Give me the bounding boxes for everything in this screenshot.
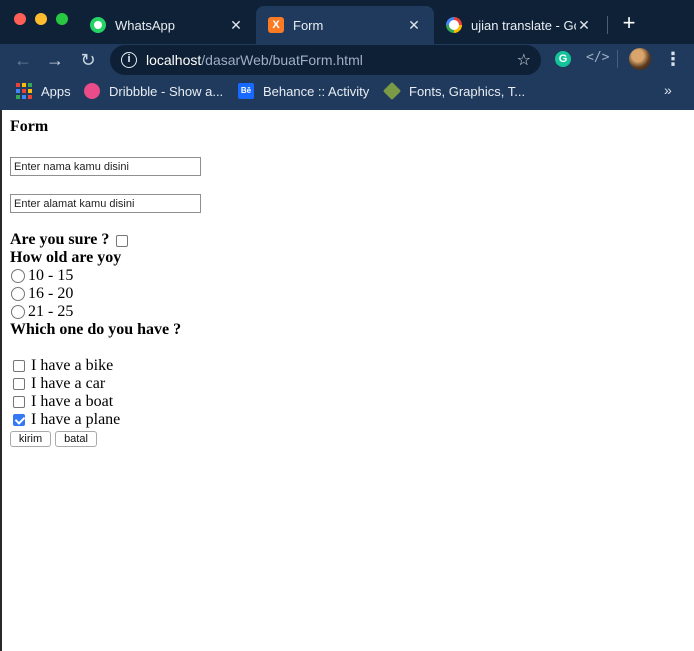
back-arrow-icon[interactable]: ← — [11, 48, 35, 72]
reset-button[interactable]: batal — [55, 431, 97, 447]
age-radio[interactable] — [11, 305, 25, 319]
address-bar[interactable]: i localhost/dasarWeb/buatForm.html ☆ — [110, 45, 541, 75]
vehicle-checkbox-boat[interactable] — [13, 396, 25, 408]
url-host: localhost — [146, 52, 202, 68]
close-icon[interactable]: ✕ — [576, 17, 592, 34]
tab-label: Form — [293, 17, 324, 33]
vehicle-option-label: I have a car — [31, 375, 106, 392]
google-icon — [446, 17, 462, 33]
age-radio[interactable] — [11, 269, 25, 283]
bookmark-label: Dribbble - Show a... — [109, 83, 224, 99]
tab-strip: WhatsApp ✕ Form ✕ ujian translate - Goo … — [0, 0, 694, 44]
bookmark-dribbble[interactable]: Dribbble - Show a... — [84, 78, 223, 104]
whatsapp-icon — [90, 17, 106, 33]
toolbar-divider — [617, 50, 618, 68]
page-title: Form — [10, 118, 49, 135]
tab-form[interactable]: Form ✕ — [256, 6, 434, 44]
browser-chrome: WhatsApp ✕ Form ✕ ujian translate - Goo … — [0, 0, 694, 110]
profile-avatar[interactable] — [629, 48, 651, 70]
are-you-sure-label: Are you sure ? — [10, 231, 110, 248]
grammarly-extension-icon[interactable]: G — [555, 51, 571, 67]
tab-label: WhatsApp — [115, 17, 175, 33]
vehicle-checkbox-plane[interactable] — [13, 414, 25, 426]
url-text: localhost/dasarWeb/buatForm.html — [146, 52, 363, 68]
tab-label: ujian translate - Goo — [471, 17, 576, 33]
vehicle-question-label: Which one do you have ? — [10, 321, 182, 338]
chevron-double-right-icon[interactable]: » — [664, 82, 672, 98]
age-option-label: 16 - 20 — [28, 285, 74, 302]
vehicle-checkbox-bike[interactable] — [13, 360, 25, 372]
url-path: /dasarWeb/buatForm.html — [201, 52, 363, 68]
submit-button[interactable]: kirim — [10, 431, 51, 447]
bookmark-label: Apps — [41, 83, 71, 99]
info-icon[interactable]: i — [121, 52, 137, 68]
reload-icon[interactable]: ↻ — [76, 48, 100, 72]
tab-divider — [607, 16, 608, 34]
bookmark-star-icon[interactable]: ☆ — [517, 50, 531, 70]
new-tab-button[interactable]: + — [619, 11, 639, 35]
age-question-label: How old are yoy — [10, 249, 122, 266]
vehicle-option-label: I have a plane — [31, 411, 121, 428]
bookmark-apps[interactable]: Apps — [16, 78, 71, 104]
vehicle-option-label: I have a boat — [31, 393, 114, 410]
apps-grid-icon — [16, 83, 32, 99]
tab-ujian-translate[interactable]: ujian translate - Goo ✕ — [434, 6, 604, 44]
bookmark-fonts[interactable]: Fonts, Graphics, T... — [382, 78, 526, 104]
forward-arrow-icon[interactable]: → — [43, 48, 67, 72]
bookmark-label: Behance :: Activity — [263, 83, 370, 99]
vehicle-option-label: I have a bike — [31, 357, 114, 374]
behance-icon: Bē — [238, 83, 254, 99]
age-radio[interactable] — [11, 287, 25, 301]
minimize-window-button[interactable] — [35, 13, 47, 25]
bookmarks-bar: Apps Dribbble - Show a... Bē Behance :: … — [0, 78, 694, 104]
tab-whatsapp[interactable]: WhatsApp ✕ — [78, 6, 256, 44]
page-content: Form Are you sure ? How old are yoy 10 -… — [0, 110, 694, 651]
tag-icon — [382, 81, 402, 101]
code-extension-icon[interactable]: </> — [586, 50, 609, 65]
are-you-sure-checkbox[interactable] — [116, 235, 128, 247]
maximize-window-button[interactable] — [56, 13, 68, 25]
dribbble-icon — [84, 83, 100, 99]
bookmark-label: Fonts, Graphics, T... — [409, 83, 526, 99]
age-option-label: 21 - 25 — [28, 303, 74, 320]
close-icon[interactable]: ✕ — [406, 17, 422, 34]
xampp-icon — [268, 17, 284, 33]
age-option-label: 10 - 15 — [28, 267, 74, 284]
vehicle-checkbox-car[interactable] — [13, 378, 25, 390]
close-icon[interactable]: ✕ — [228, 17, 244, 34]
bookmark-behance[interactable]: Bē Behance :: Activity — [238, 78, 369, 104]
name-field[interactable] — [10, 157, 201, 176]
close-window-button[interactable] — [14, 13, 26, 25]
address-field[interactable] — [10, 194, 201, 213]
more-menu-icon[interactable]: ⋮ — [664, 49, 682, 69]
